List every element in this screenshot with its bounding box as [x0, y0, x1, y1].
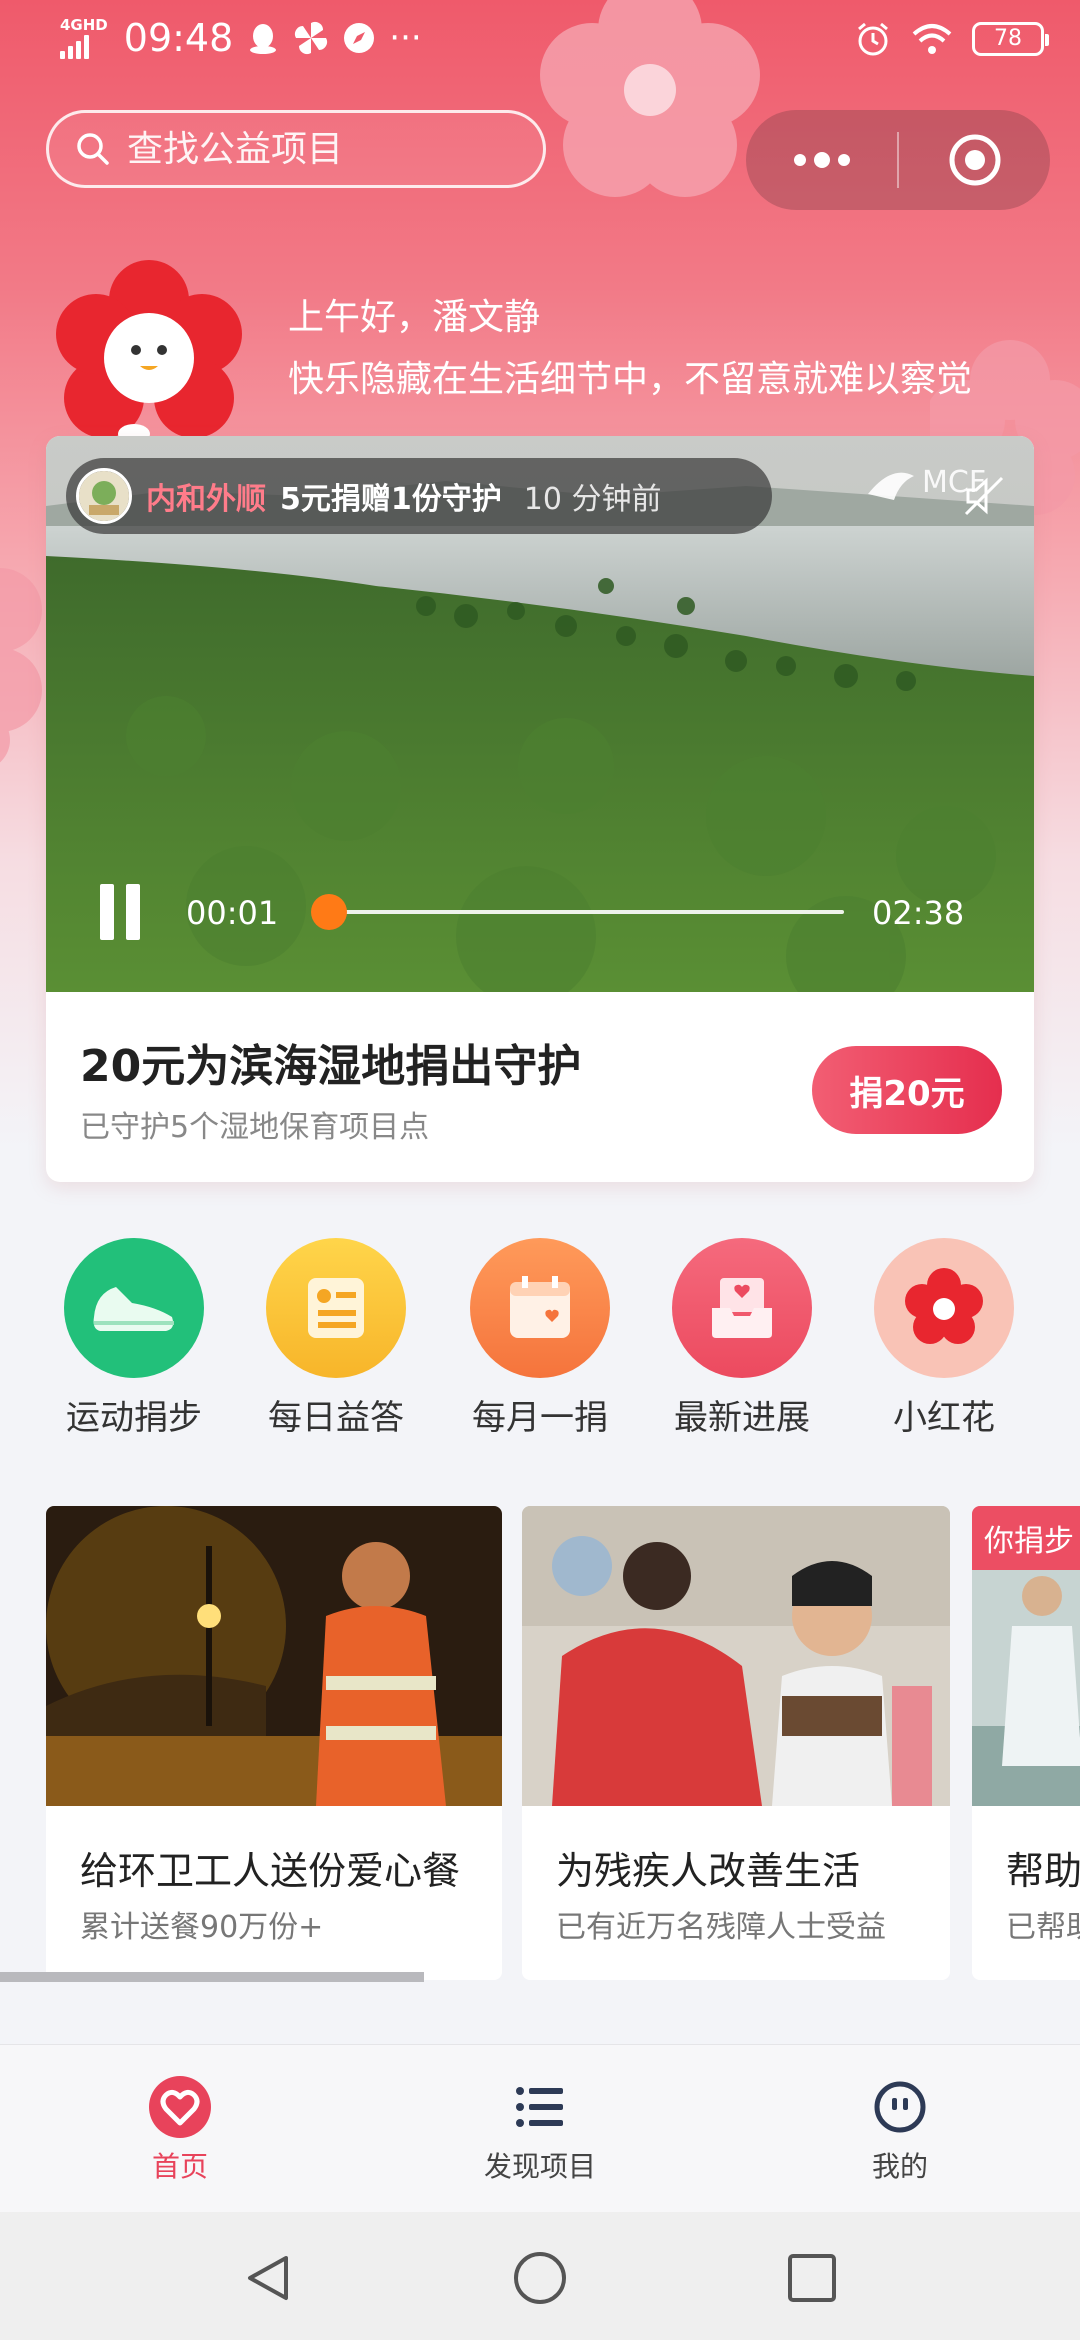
more-notifications-icon: ··· [389, 18, 422, 58]
donor-avatar-image [79, 471, 129, 521]
current-time: 00:01 [186, 894, 279, 932]
search-box[interactable] [46, 110, 546, 188]
project-image [522, 1506, 950, 1806]
video-progress-knob[interactable] [311, 894, 348, 930]
quick-entry-label: 运动捐步 [66, 1398, 202, 1438]
quick-entry-step-donation[interactable]: 运动捐步 [44, 1238, 224, 1439]
red-flower-icon [874, 1238, 1014, 1378]
greeting-subtitle: 快乐隐藏在生活细节中，不留意就难以察觉 [288, 359, 973, 400]
project-image [46, 1506, 502, 1806]
target-close-icon [949, 134, 1000, 186]
quick-entry-label: 小红花 [893, 1398, 995, 1438]
project-carousel[interactable]: 给环卫工人送份爱心餐 累计送餐90万份+ 为残疾人改善生活 已有近万名残障人士受… [0, 1506, 1080, 1982]
quick-entry-label: 每日益答 [268, 1398, 404, 1438]
list-icon [508, 2075, 572, 2139]
video-progress-track[interactable] [314, 910, 844, 914]
tab-home[interactable]: 首页 [80, 2075, 280, 2185]
more-dots-icon [793, 152, 850, 168]
home-heart-icon [148, 2075, 212, 2139]
more-menu-button[interactable] [746, 110, 897, 210]
mute-icon[interactable] [960, 472, 1008, 520]
project-subtitle: 已有近万名残障人士受益 [556, 1910, 886, 1945]
quick-entry-label: 最新进展 [674, 1398, 810, 1438]
donor-avatar [76, 468, 132, 524]
status-bar: 4GHD 09:48 ··· 78 [0, 0, 1080, 84]
tab-label: 首页 [151, 2150, 208, 2183]
qq-icon [250, 24, 277, 54]
project-title: 20元为滨海湿地捐出守护 [80, 1041, 582, 1092]
miniprogram-capsule [746, 110, 1050, 210]
decorative-flower-left [0, 568, 42, 763]
project-subtitle: 已守护5个湿地保育项目点 [80, 1110, 430, 1145]
tab-discover[interactable]: 发现项目 [440, 2075, 640, 2185]
battery-indicator: 78 [972, 22, 1049, 56]
project-card-partial[interactable]: 你捐步 帮助 已帮助 [972, 1506, 1080, 1980]
tab-label: 发现项目 [483, 2150, 596, 2183]
tab-mine[interactable]: 我的 [800, 2075, 1000, 2185]
network-type: 4GHD [60, 16, 108, 34]
recent-donation-banner: 内和外顺 5元捐赠1份守护 10 分钟前 [66, 458, 772, 534]
profile-face-icon [868, 2075, 932, 2139]
wifi-icon [912, 24, 952, 54]
project-subtitle: 累计送餐90万份+ [80, 1910, 324, 1945]
recent-apps-icon[interactable] [784, 2250, 840, 2306]
status-left: 4GHD 09:48 ··· [60, 16, 422, 60]
alarm-icon [858, 22, 888, 56]
quick-entry-daily-quiz[interactable]: 每日益答 [246, 1238, 426, 1439]
donation-action: 5元捐赠1份守护 [280, 482, 502, 517]
project-title: 给环卫工人送份爱心餐 [80, 1849, 461, 1893]
quick-entries: 运动捐步 每日益答 每月一捐 最新进展 小红花 [0, 1238, 1080, 1438]
sneaker-icon [64, 1238, 204, 1378]
search-input[interactable] [127, 128, 507, 170]
sanitation-worker-photo [46, 1506, 502, 1806]
close-miniprogram-button[interactable] [899, 110, 1050, 210]
clock: 09:48 [123, 16, 234, 60]
quick-entry-latest-progress[interactable]: 最新进展 [652, 1238, 832, 1439]
quick-entry-red-flower[interactable]: 小红花 [854, 1238, 1034, 1439]
compass-icon [344, 23, 375, 53]
pause-button[interactable] [100, 884, 150, 944]
pause-icon [100, 884, 114, 940]
bottom-tab-bar: 首页 发现项目 我的 [0, 2044, 1080, 2212]
quiz-card-icon [266, 1238, 406, 1378]
quick-entry-label: 每月一捐 [472, 1398, 608, 1438]
pinwheel-icon [295, 21, 328, 55]
signal-icon [60, 33, 89, 59]
project-card-disability[interactable]: 为残疾人改善生活 已有近万名残障人士受益 [522, 1506, 950, 1980]
greeting-title: 上午好，潘文静 [288, 297, 541, 338]
project-title: 为残疾人改善生活 [556, 1849, 861, 1893]
donation-time: 10 分钟前 [523, 482, 662, 517]
back-icon[interactable] [240, 2250, 296, 2306]
project-subtitle: 已帮助 [1006, 1910, 1080, 1945]
calendar-heart-icon [470, 1238, 610, 1378]
donate-button[interactable]: 捐20元 [812, 1046, 1002, 1134]
home-circle-icon[interactable] [512, 2250, 568, 2306]
carousel-scroll-indicator [0, 1972, 424, 1982]
donor-name: 内和外顺 [146, 482, 266, 517]
search-icon [77, 133, 109, 165]
tab-label: 我的 [871, 2150, 928, 2183]
flower-mascot [56, 260, 242, 444]
disability-support-photo [522, 1506, 950, 1806]
featured-project-card[interactable]: 内和外顺 5元捐赠1份守护 10 分钟前 MCF 00:01 02:38 20元… [46, 436, 1034, 1182]
inbox-heart-icon [672, 1238, 812, 1378]
status-right: 78 [854, 20, 1049, 58]
project-card-sanitation[interactable]: 给环卫工人送份爱心餐 累计送餐90万份+ [46, 1506, 502, 1980]
system-navigation-bar [0, 2212, 1080, 2340]
video-player[interactable]: 内和外顺 5元捐赠1份守护 10 分钟前 MCF 00:01 02:38 [46, 436, 1034, 992]
quick-entry-monthly-donation[interactable]: 每月一捐 [450, 1238, 630, 1439]
step-donation-tag: 你捐步 [972, 1506, 1080, 1570]
network-indicator: 4GHD [60, 17, 108, 59]
project-title: 帮助 [1006, 1849, 1080, 1893]
total-time: 02:38 [872, 894, 965, 932]
